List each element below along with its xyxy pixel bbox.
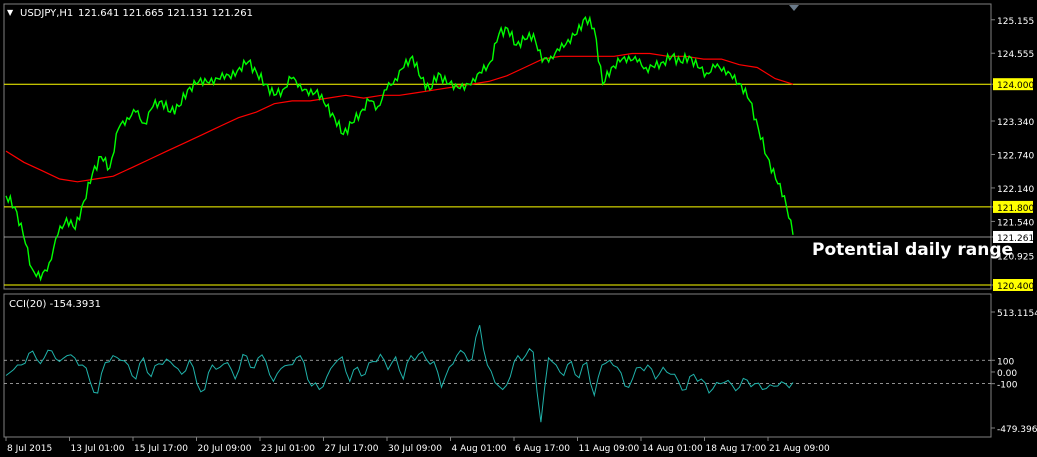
time-tick-label: 18 Aug 17:00 — [706, 444, 767, 454]
price-tick-label: 121.540 — [997, 218, 1034, 228]
price-tick-label: 125.155 — [997, 17, 1034, 27]
menu-triangle-icon[interactable]: ▼ — [7, 8, 14, 17]
time-tick-label: 4 Aug 01:00 — [452, 444, 507, 454]
price-tick-label: 123.340 — [997, 118, 1034, 128]
time-tick-label: 30 Jul 09:00 — [388, 444, 442, 454]
annotation-potential-daily-range: Potential daily range — [812, 240, 1013, 260]
cci-tick-label: 100 — [997, 357, 1014, 367]
time-tick-label: 20 Jul 09:00 — [198, 444, 252, 454]
cci-tick-label: -479.3968 — [997, 425, 1037, 435]
price-tick-label: 120.400 — [997, 282, 1034, 292]
price-tick-label: 124.000 — [997, 81, 1034, 91]
time-tick-label: 8 Jul 2015 — [7, 444, 52, 454]
time-tick-label: 14 Aug 01:00 — [642, 444, 703, 454]
time-tick-label: 15 Jul 17:00 — [134, 444, 188, 454]
price-tick-label: 122.140 — [997, 185, 1034, 195]
ohlc-label: 121.641 121.665 121.131 121.261 — [78, 8, 253, 19]
time-tick-label: 27 Jul 17:00 — [325, 444, 379, 454]
background — [0, 0, 1037, 457]
time-tick-label: 23 Jul 01:00 — [261, 444, 315, 454]
time-tick-label: 21 Aug 09:00 — [769, 444, 830, 454]
time-tick-label: 13 Jul 01:00 — [71, 444, 125, 454]
cci-label: CCI(20) -154.3931 — [9, 299, 101, 310]
price-tick-label: 122.740 — [997, 151, 1034, 161]
price-tick-label: 124.555 — [997, 50, 1034, 60]
time-tick-label: 11 Aug 09:00 — [579, 444, 640, 454]
price-tick-label: 121.800 — [997, 204, 1034, 214]
symbol-label: USDJPY,H1 — [20, 8, 73, 19]
cci-tick-label: 513.1154 — [997, 309, 1037, 319]
cci-tick-label: -100 — [997, 381, 1018, 391]
chart-root: 125.155 124.555 124.000 123.340 122.740 122.1… — [0, 0, 1037, 457]
time-tick-label: 6 Aug 17:00 — [515, 444, 570, 454]
cci-tick-label: 0.00 — [997, 369, 1017, 379]
